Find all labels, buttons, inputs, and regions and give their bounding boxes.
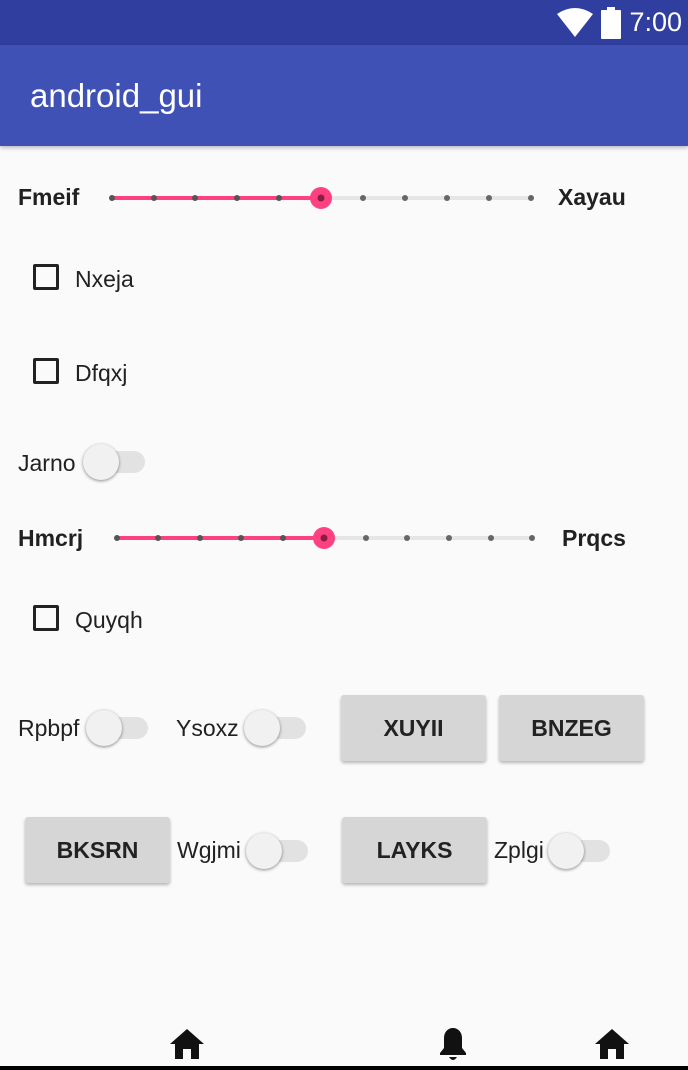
slider2-seekbar[interactable] (105, 523, 545, 553)
switch-ysoxz-label: Ysoxz (176, 715, 239, 741)
switch-zplgi-label: Zplgi (494, 837, 544, 863)
bottom-edge (0, 1066, 688, 1070)
switch-jarno[interactable] (83, 440, 147, 480)
checkbox-dfqxj[interactable] (33, 358, 59, 384)
switch-jarno-label: Jarno (18, 450, 76, 476)
switch-wgjmi-label: Wgjmi (177, 837, 241, 863)
app-bar: android_gui (0, 45, 688, 146)
switch-thumb (246, 833, 282, 869)
status-time: 7:00 (629, 7, 682, 37)
switch-wgjmi[interactable] (246, 829, 310, 869)
slider1-end-label: Xayau (558, 184, 626, 210)
switch-rpbpf[interactable] (86, 706, 150, 746)
status-bar: 7:00 (0, 0, 688, 45)
checkbox-quyqh[interactable] (33, 605, 59, 631)
checkbox-nxeja[interactable] (33, 264, 59, 290)
switch-thumb (548, 833, 584, 869)
slider2-end-label: Prqcs (562, 525, 626, 551)
slider2-start-label: Hmcrj (18, 525, 84, 551)
switch-thumb (83, 444, 119, 480)
xuyii-button[interactable]: XUYII (341, 695, 486, 761)
checkbox-quyqh-label: Quyqh (75, 607, 143, 633)
layks-button[interactable]: LAYKS (342, 817, 487, 883)
bksrn-button[interactable]: BKSRN (25, 817, 170, 883)
status-icons: 7:00 (557, 0, 682, 45)
home-icon[interactable] (169, 1028, 205, 1060)
switch-zplgi[interactable] (548, 829, 612, 869)
slider1-start-label: Fmeif (18, 184, 80, 210)
switch-thumb (86, 710, 122, 746)
bnzeg-button[interactable]: BNZEG (499, 695, 644, 761)
switch-rpbpf-label: Rpbpf (18, 715, 80, 741)
checkbox-nxeja-label: Nxeja (75, 266, 134, 292)
slider1-seekbar[interactable] (100, 183, 540, 213)
home-icon[interactable] (594, 1028, 630, 1060)
checkbox-dfqxj-label: Dfqxj (75, 360, 128, 386)
wifi-icon (557, 7, 594, 37)
bell-icon[interactable] (437, 1026, 469, 1064)
switch-thumb (244, 710, 280, 746)
app-title: android_gui (30, 77, 203, 114)
switch-ysoxz[interactable] (244, 706, 308, 746)
battery-icon (601, 6, 622, 39)
